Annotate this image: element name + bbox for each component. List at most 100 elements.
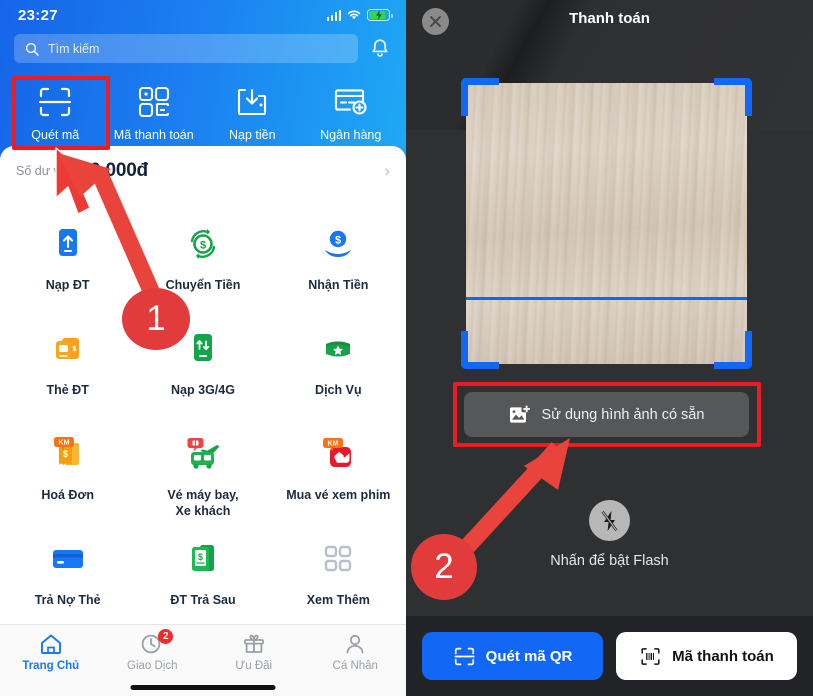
quick-actions: Quét mã Mã thanh toán Nạp tiền Ngân hàng <box>0 77 406 148</box>
tab-uu-dai[interactable]: Ưu Đãi <box>203 633 305 672</box>
bell-icon[interactable] <box>368 37 392 61</box>
wallet-home-panel: 23:27 Tìm kiếm Quét mã Mã thanh toán Nạp… <box>0 0 406 696</box>
home-icon <box>40 634 61 654</box>
service-ve-may-bay[interactable]: Vé máy bay, Xe khách <box>135 420 270 525</box>
tab-trang-chu[interactable]: Trang Chủ <box>0 633 102 672</box>
services-grid: Nạp ĐT $ Chuyển Tiền $ Nhận Tiền $ Thẻ Đ… <box>0 196 406 634</box>
tab-badge: 2 <box>158 629 174 644</box>
service-label: Thẻ ĐT <box>46 383 89 397</box>
service-label: Chuyển Tiền <box>165 278 241 292</box>
service-nap-dt[interactable]: Nạp ĐT <box>0 210 135 315</box>
tab-label: Trang Chủ <box>22 660 80 672</box>
services-icon <box>320 327 356 371</box>
chevron-right-icon: › <box>384 161 390 180</box>
step-badge-1: 1 <box>122 288 190 350</box>
search-row: Tìm kiếm <box>0 30 406 63</box>
scan-corner-bottom-left-icon <box>461 331 499 369</box>
tab-label: Ưu Đãi <box>235 660 273 672</box>
service-label: Nhận Tiền <box>308 278 369 292</box>
quick-action-bank[interactable]: Ngân hàng <box>302 77 401 148</box>
tab-label: Giao Dịch <box>127 660 178 672</box>
credit-card-repay-icon <box>49 537 87 581</box>
tab-giao-dich[interactable]: 2 Giao Dịch <box>102 629 204 672</box>
service-label: Vé máy bay, Xe khách <box>167 488 239 518</box>
wifi-icon <box>347 10 361 20</box>
phone-card-icon: $ <box>51 327 85 371</box>
payment-code-button[interactable]: Mã thanh toán <box>616 632 797 680</box>
service-label: ĐT Trả Sau <box>170 593 236 607</box>
more-grid-icon <box>322 537 354 581</box>
status-time: 23:27 <box>18 6 58 24</box>
payment-code-label: Mã thanh toán <box>672 647 774 665</box>
payment-code-icon <box>137 85 171 119</box>
receive-money-icon: $ <box>321 222 355 266</box>
service-hoa-don[interactable]: $ KM Hoá Đơn <box>0 420 135 525</box>
flash-button[interactable] <box>589 500 630 541</box>
scanner-topbar: Thanh toán <box>406 0 813 46</box>
svg-text:$: $ <box>335 234 341 246</box>
service-label: Nạp ĐT <box>45 278 90 292</box>
service-label: Trả Nợ Thẻ <box>34 593 101 607</box>
money-transfer-icon: $ <box>186 222 220 266</box>
flash-label: Nhấn để bật Flash <box>550 553 669 569</box>
phone-topup-icon <box>54 222 81 266</box>
movie-ticket-icon: KM <box>317 432 359 476</box>
scanner-viewfinder <box>461 78 752 369</box>
home-indicator <box>130 685 276 690</box>
app-header: 23:27 Tìm kiếm Quét mã Mã thanh toán Nạp… <box>0 0 406 162</box>
travel-ticket-icon <box>182 432 224 476</box>
cellular-signal-icon <box>326 9 341 21</box>
service-the-dt[interactable]: $ Thẻ ĐT <box>0 315 135 420</box>
qr-scanner-panel: Thanh toán Sử dụng hình ảnh có sẵn Nhấn … <box>406 0 813 696</box>
person-icon <box>346 634 364 654</box>
service-xem-them[interactable]: Xem Thêm <box>271 525 406 630</box>
svg-text:$: $ <box>198 552 203 562</box>
search-icon <box>25 42 39 56</box>
service-label: Xem Thêm <box>306 593 370 607</box>
scanner-bottom-actions: Quét mã QR Mã thanh toán <box>406 616 813 696</box>
search-input[interactable]: Tìm kiếm <box>14 34 358 63</box>
scanner-title: Thanh toán <box>569 10 650 27</box>
scan-qr-label: Quét mã QR <box>485 647 573 665</box>
quick-action-scan-qr[interactable]: Quét mã <box>6 77 105 148</box>
service-dt-tra-sau[interactable]: $ ĐT Trả Sau <box>135 525 270 630</box>
use-existing-image-button[interactable]: Sử dụng hình ảnh có sẵn <box>464 392 749 437</box>
scan-corner-top-right-icon <box>714 78 752 116</box>
add-image-icon <box>509 404 530 423</box>
bill-icon: $ KM <box>48 432 88 476</box>
service-tra-no-the[interactable]: Trả Nợ Thẻ <box>0 525 135 630</box>
scan-qr-button[interactable]: Quét mã QR <box>422 632 603 680</box>
service-mua-ve-xem-phim[interactable]: KM Mua vé xem phim <box>271 420 406 525</box>
scan-qr-icon <box>454 647 475 665</box>
svg-text:KM: KM <box>58 440 69 447</box>
search-placeholder: Tìm kiếm <box>48 41 100 56</box>
scan-line <box>466 297 747 300</box>
status-indicators <box>326 9 393 21</box>
service-label: Nạp 3G/4G <box>171 383 235 397</box>
quick-action-topup[interactable]: Nạp tiền <box>203 77 302 148</box>
battery-charging-icon <box>367 9 393 21</box>
data-topup-icon <box>189 327 216 371</box>
wallet-topup-icon <box>235 85 269 119</box>
barcode-icon <box>641 647 660 665</box>
gift-icon <box>243 634 264 653</box>
quick-action-payment-code[interactable]: Mã thanh toán <box>105 77 204 148</box>
quick-action-label: Ngân hàng <box>320 128 382 142</box>
service-dich-vu[interactable]: Dịch Vụ <box>271 315 406 420</box>
service-nhan-tien[interactable]: $ Nhận Tiền <box>271 210 406 315</box>
use-existing-image-label: Sử dụng hình ảnh có sẵn <box>541 406 705 423</box>
svg-text:$: $ <box>72 346 76 353</box>
flash-off-icon <box>601 510 618 531</box>
bank-card-add-icon <box>333 85 369 119</box>
scan-qr-icon <box>37 85 73 119</box>
status-bar: 23:27 <box>0 0 406 30</box>
scan-corner-bottom-right-icon <box>714 331 752 369</box>
tab-ca-nhan[interactable]: Cá Nhân <box>305 633 407 672</box>
postpaid-phone-icon: $ <box>188 537 218 581</box>
svg-text:$: $ <box>200 240 206 252</box>
svg-text:KM: KM <box>328 441 339 448</box>
service-label: Dịch Vụ <box>315 383 362 397</box>
tab-label: Cá Nhân <box>332 660 378 672</box>
bottom-tabbar: Trang Chủ 2 Giao Dịch Ưu Đãi Cá Nhân <box>0 624 406 696</box>
service-label: Mua vé xem phim <box>286 488 391 502</box>
